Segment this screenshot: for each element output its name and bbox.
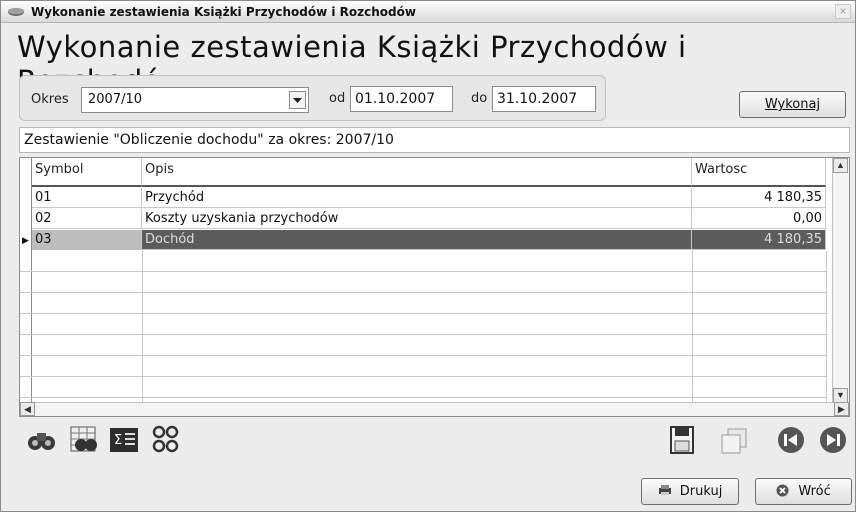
cell-symbol: 02 [32,209,142,229]
cell-symbol: 01 [32,188,142,208]
results-grid[interactable]: Symbol Opis Wartosc 01 Przychód 4 180,35… [19,157,850,417]
back-button-label: Wróć [798,484,831,499]
prev-icon[interactable] [777,426,805,454]
empty-row [20,293,826,314]
svg-text:Σ: Σ [114,433,122,448]
cell-wartosc: 4 180,35 [692,230,826,250]
window-title: Wykonanie zestawienia Książki Przychodów… [31,4,416,19]
table-row-selected[interactable]: 03 Dochód 4 180,35 [32,230,826,250]
to-label: do [471,91,488,106]
column-header-wartosc[interactable]: Wartosc [692,158,826,187]
cell-opis: Przychód [142,188,692,208]
period-value: 2007/10 [88,92,143,107]
table-row[interactable]: 02 Koszty uzyskania przychodów 0,00 [32,209,826,229]
horizontal-scrollbar[interactable]: ◀ ▶ [20,402,849,416]
empty-row [20,251,826,272]
title-bar: Wykonanie zestawienia Książki Przychodów… [1,1,855,23]
vertical-scrollbar[interactable]: ▲ ▼ [832,158,849,403]
scroll-down-icon[interactable]: ▼ [833,388,848,403]
chevron-down-icon[interactable] [289,91,306,109]
column-header-symbol[interactable]: Symbol [32,158,142,187]
cell-wartosc: 4 180,35 [692,188,826,208]
scroll-right-icon[interactable]: ▶ [834,402,849,416]
next-icon[interactable] [819,426,847,454]
cell-symbol: 03 [32,230,142,250]
table-row[interactable]: 01 Przychód 4 180,35 [32,188,826,208]
close-button[interactable]: × [835,4,851,19]
period-select[interactable]: 2007/10 [81,87,309,113]
cell-opis: Koszty uzyskania przychodów [142,209,692,229]
column-header-opis[interactable]: Opis [142,158,692,187]
empty-row [20,314,826,335]
empty-row [20,356,826,377]
column-divider [692,251,693,403]
table-search-icon[interactable] [69,425,99,455]
period-label: Okres [31,92,69,107]
printer-icon [658,485,671,495]
scroll-left-icon[interactable]: ◀ [20,402,35,416]
sum-icon[interactable]: Σ [109,427,139,453]
column-divider [826,251,827,403]
print-button[interactable]: Drukuj [641,478,739,505]
from-date-field[interactable]: 01.10.2007 [350,86,453,112]
current-row-marker-icon: ▶ [22,235,29,245]
run-button-label: Wykonaj [764,97,821,112]
to-date-field[interactable]: 31.10.2007 [492,86,596,112]
empty-row [20,377,826,398]
binoculars-icon[interactable] [27,427,57,453]
cell-wartosc: 0,00 [692,209,826,229]
close-circle-icon [776,484,789,497]
summary-text: Zestawienie "Obliczenie dochodu" za okre… [19,127,850,153]
copy-icon[interactable] [719,427,749,455]
empty-row [20,272,826,293]
print-button-label: Drukuj [679,484,723,499]
run-button[interactable]: Wykonaj [739,91,846,118]
empty-row [20,335,826,356]
report-window: Wykonanie zestawienia Książki Przychodów… [0,0,856,512]
app-icon [8,7,24,16]
save-icon[interactable] [669,425,695,455]
cell-opis: Dochód [142,230,692,250]
scroll-up-icon[interactable]: ▲ [833,158,848,173]
from-label: od [329,91,346,106]
column-divider [142,251,143,403]
back-button[interactable]: Wróć [755,478,852,505]
filter-group-icon[interactable] [151,425,181,455]
